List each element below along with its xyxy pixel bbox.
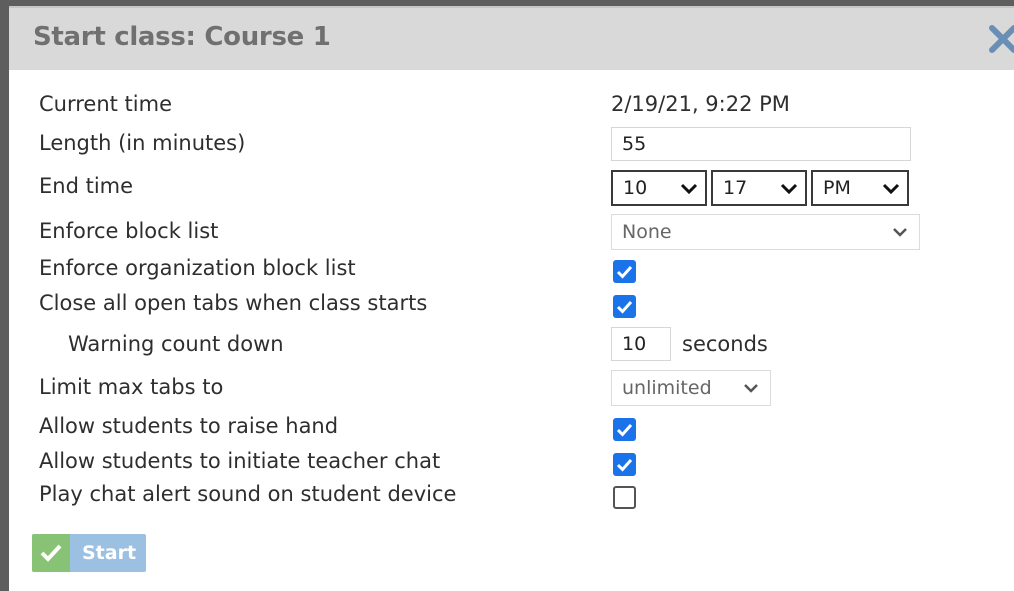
start-button[interactable]: Start bbox=[32, 534, 146, 572]
chevron-down-icon bbox=[893, 228, 907, 237]
length-input[interactable] bbox=[611, 127, 911, 161]
chat-sound-checkbox[interactable] bbox=[613, 486, 636, 509]
checkmark-icon bbox=[616, 265, 633, 279]
warning-countdown-unit: seconds bbox=[682, 332, 768, 356]
max-tabs-select[interactable]: unlimited bbox=[611, 370, 771, 406]
raise-hand-label: Allow students to raise hand bbox=[39, 414, 339, 438]
block-list-label: Enforce block list bbox=[39, 219, 219, 243]
close-tabs-label: Close all open tabs when class starts bbox=[39, 291, 428, 315]
checkmark-icon bbox=[616, 300, 633, 314]
close-icon[interactable] bbox=[988, 24, 1014, 54]
dialog-titlebar: Start class: Course 1 bbox=[9, 6, 1014, 70]
raise-hand-checkbox[interactable] bbox=[613, 418, 636, 441]
org-block-list-checkbox[interactable] bbox=[613, 260, 636, 283]
end-hour-select[interactable]: 10 bbox=[611, 170, 707, 206]
current-time-label: Current time bbox=[39, 92, 172, 116]
end-minute-select[interactable]: 17 bbox=[711, 170, 807, 206]
start-button-label: Start bbox=[82, 542, 137, 564]
checkmark-icon bbox=[616, 458, 633, 472]
org-block-list-label: Enforce organization block list bbox=[39, 256, 356, 280]
start-check-area bbox=[32, 534, 70, 572]
current-time-value: 2/19/21, 9:22 PM bbox=[611, 92, 790, 116]
max-tabs-value: unlimited bbox=[622, 377, 712, 399]
teacher-chat-label: Allow students to initiate teacher chat bbox=[39, 449, 441, 473]
end-time-label: End time bbox=[39, 174, 134, 198]
end-ampm-select[interactable]: PM bbox=[811, 170, 909, 206]
chat-sound-label: Play chat alert sound on student device bbox=[39, 482, 457, 506]
checkmark-icon bbox=[40, 544, 62, 562]
chevron-down-icon bbox=[744, 384, 758, 393]
end-ampm-value: PM bbox=[823, 177, 851, 199]
chevron-down-icon bbox=[680, 183, 698, 195]
block-list-value: None bbox=[622, 221, 672, 243]
dialog-title: Start class: Course 1 bbox=[33, 22, 331, 52]
chevron-down-icon bbox=[882, 183, 900, 195]
warning-countdown-label: Warning count down bbox=[68, 332, 284, 356]
end-hour-value: 10 bbox=[623, 177, 648, 199]
block-list-select[interactable]: None bbox=[611, 214, 920, 250]
teacher-chat-checkbox[interactable] bbox=[613, 453, 636, 476]
length-label: Length (in minutes) bbox=[39, 131, 246, 155]
checkmark-icon bbox=[616, 423, 633, 437]
warning-countdown-input[interactable] bbox=[611, 327, 671, 361]
window-left-border bbox=[0, 0, 9, 591]
max-tabs-label: Limit max tabs to bbox=[39, 375, 224, 399]
close-tabs-checkbox[interactable] bbox=[613, 295, 636, 318]
chevron-down-icon bbox=[780, 183, 798, 195]
start-class-dialog: Start class: Course 1 Current time 2/19/… bbox=[9, 6, 1014, 591]
end-minute-value: 17 bbox=[723, 177, 748, 199]
